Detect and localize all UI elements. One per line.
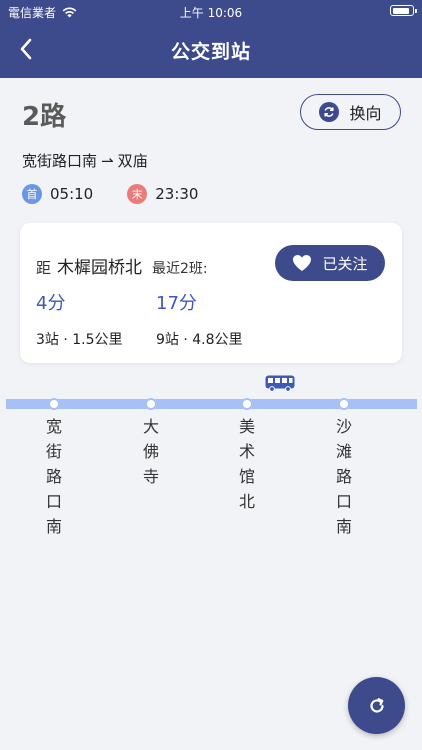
first-bus-badge: 首 bbox=[22, 184, 42, 204]
route-direction: 宽街路口南 ⇀ 双庙 bbox=[22, 150, 148, 171]
bus-icon bbox=[265, 375, 295, 392]
route-from: 宽街路口南 bbox=[22, 152, 98, 170]
route-name: 2路 bbox=[22, 102, 67, 132]
stop-dot[interactable] bbox=[241, 398, 253, 410]
stop-dot[interactable] bbox=[145, 398, 157, 410]
swap-direction-label: 换向 bbox=[349, 106, 382, 123]
battery-icon bbox=[390, 5, 417, 16]
last-bus-time: 23:30 bbox=[155, 185, 199, 203]
battery-level bbox=[392, 7, 410, 14]
arrival-card: 距 木樨园桥北 最近2班: 已关注 4分 17分 3站 · 1.5公里 9站 ·… bbox=[20, 223, 402, 363]
stop-name[interactable]: 宽街路口南 bbox=[43, 414, 65, 539]
bus-distance: 3站 · 1.5公里 bbox=[36, 332, 123, 348]
service-times: 首 05:10 末 23:30 bbox=[22, 184, 198, 204]
page-title: 公交到站 bbox=[170, 41, 251, 63]
stop-name[interactable]: 大佛寺 bbox=[140, 414, 162, 489]
refresh-icon bbox=[319, 102, 340, 122]
bus-distance: 9站 · 4.8公里 bbox=[156, 332, 243, 348]
bus-eta: 17分 bbox=[156, 293, 197, 314]
route-to: 双庙 bbox=[117, 152, 148, 170]
route-track bbox=[6, 399, 417, 409]
direction-arrow: ⇀ bbox=[101, 151, 114, 170]
arrival-station-line: 距 木樨园桥北 最近2班: bbox=[36, 253, 208, 278]
refresh-icon bbox=[369, 697, 384, 713]
current-station: 木樨园桥北 bbox=[57, 258, 143, 278]
stop-name[interactable]: 沙滩路口南 bbox=[333, 414, 355, 539]
top-bar: 電信業者 上午 10:06 公交到站 bbox=[0, 0, 422, 78]
recent-buses-label: 最近2班: bbox=[152, 261, 208, 277]
distance-prefix: 距 bbox=[36, 259, 52, 277]
status-time: 上午 10:06 bbox=[179, 6, 243, 20]
follow-label: 已关注 bbox=[322, 255, 368, 273]
status-bar: 電信業者 上午 10:06 bbox=[0, 0, 422, 22]
stop-dot[interactable] bbox=[48, 398, 60, 410]
first-bus-time: 05:10 bbox=[50, 185, 94, 203]
swap-direction-button[interactable]: 换向 bbox=[300, 94, 401, 130]
refresh-button[interactable] bbox=[348, 677, 405, 734]
stop-name[interactable]: 美术馆北 bbox=[236, 414, 258, 514]
stop-dot[interactable] bbox=[338, 398, 350, 410]
bus-eta: 4分 bbox=[36, 293, 66, 314]
heart-icon bbox=[293, 255, 312, 271]
last-bus-badge: 末 bbox=[127, 184, 148, 204]
follow-button[interactable]: 已关注 bbox=[275, 245, 385, 281]
